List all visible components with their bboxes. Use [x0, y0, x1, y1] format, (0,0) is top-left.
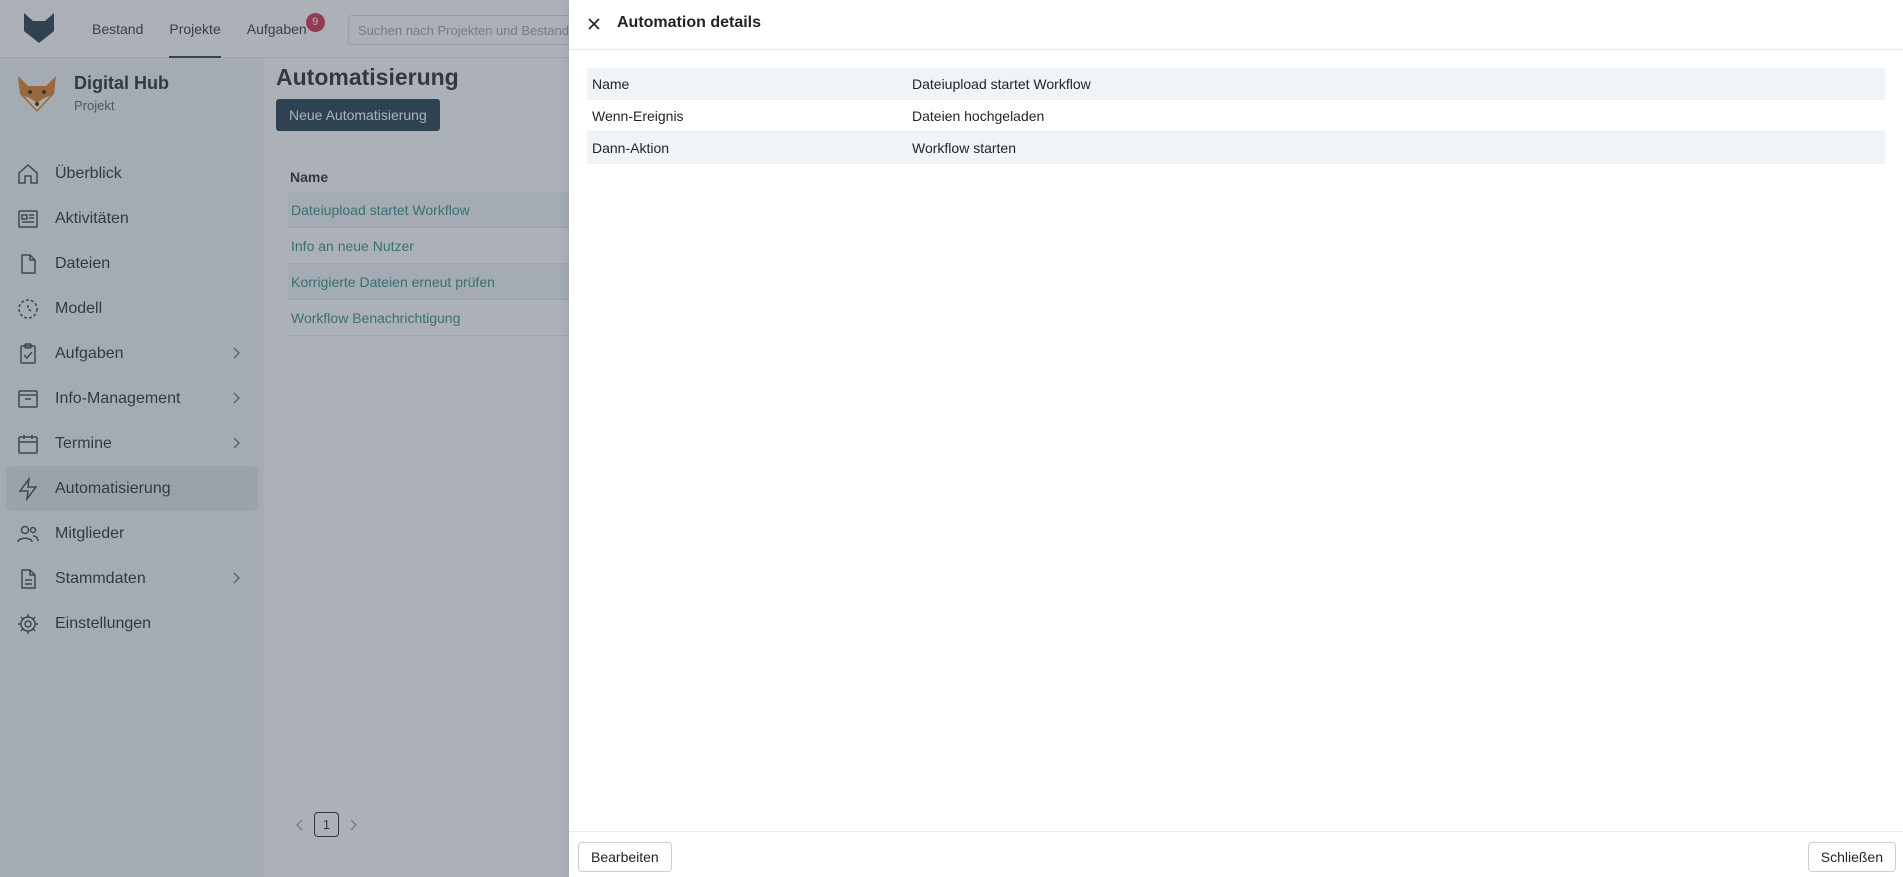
- detail-row-action: Dann-Aktion Workflow starten: [587, 132, 1885, 164]
- detail-row-name: Name Dateiupload startet Workflow: [587, 68, 1885, 100]
- edit-button[interactable]: Bearbeiten: [578, 842, 672, 872]
- detail-value: Workflow starten: [912, 139, 1016, 156]
- details-table: Name Dateiupload startet Workflow Wenn-E…: [587, 68, 1885, 164]
- automation-details-drawer: Automation details Name Dateiupload star…: [569, 0, 1903, 877]
- close-icon[interactable]: [584, 14, 604, 34]
- drawer-footer: Bearbeiten Schließen: [569, 831, 1903, 877]
- detail-value: Dateiupload startet Workflow: [912, 75, 1091, 92]
- drawer-title: Automation details: [617, 14, 762, 31]
- detail-label: Wenn-Ereignis: [592, 107, 684, 124]
- detail-label: Dann-Aktion: [592, 139, 670, 156]
- detail-value: Dateien hochgeladen: [912, 107, 1045, 124]
- close-button[interactable]: Schließen: [1807, 842, 1896, 872]
- drawer-header: Automation details: [569, 0, 1903, 50]
- detail-label: Name: [592, 75, 630, 92]
- detail-row-trigger: Wenn-Ereignis Dateien hochgeladen: [587, 100, 1885, 132]
